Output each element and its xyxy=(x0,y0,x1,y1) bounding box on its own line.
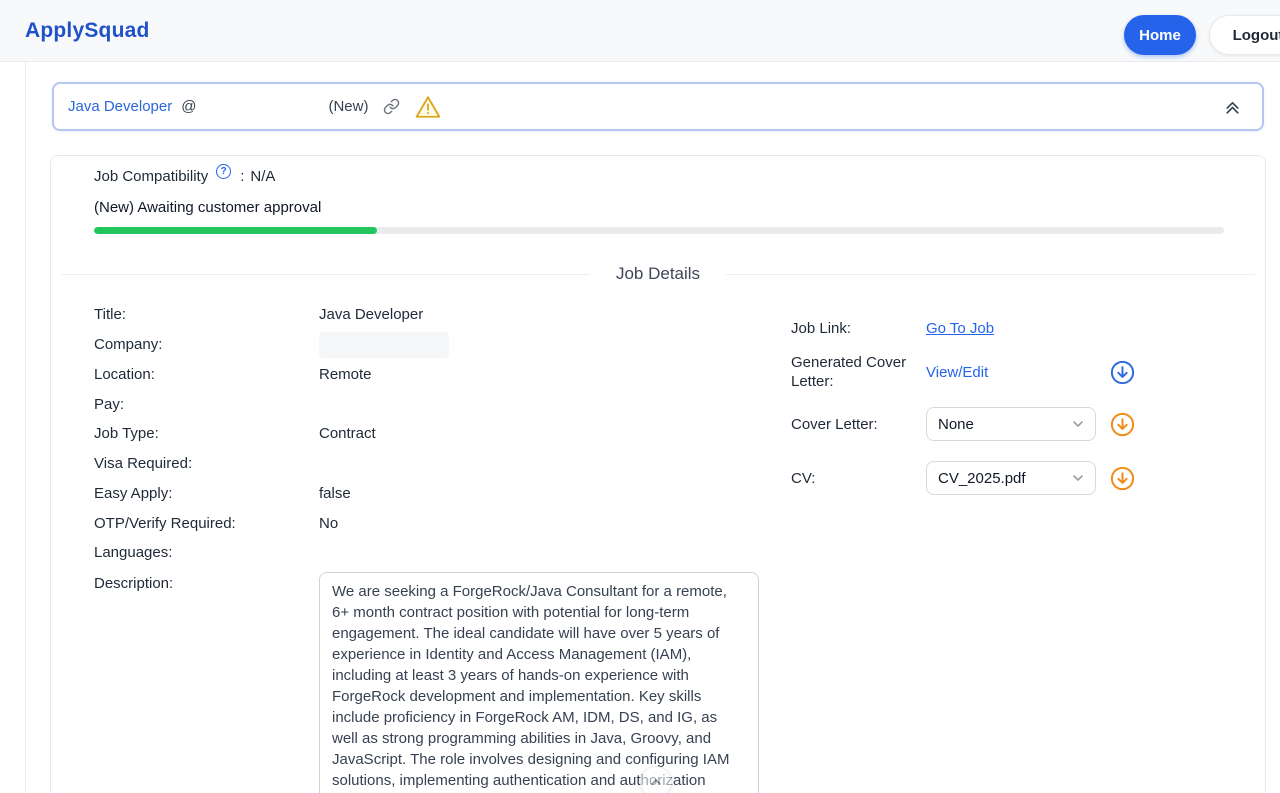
field-row-pay: Pay: xyxy=(94,389,784,419)
chevron-down-icon xyxy=(1072,418,1084,430)
field-value: Contract xyxy=(319,425,376,442)
at-symbol: @ xyxy=(181,98,196,115)
section-title: Job Details xyxy=(590,264,726,284)
download-generated-cover-letter-icon[interactable] xyxy=(1110,360,1135,385)
header-nav: Home Logout xyxy=(1124,15,1280,55)
go-to-job-link[interactable]: Go To Job xyxy=(926,320,1105,337)
field-label: Job Type: xyxy=(94,425,319,442)
page: ApplySquad Home Logout Java Developer @ … xyxy=(0,0,1280,793)
cv-selected-value: CV_2025.pdf xyxy=(938,470,1026,487)
chevron-up-icon xyxy=(649,775,663,789)
field-row-title: Title: Java Developer xyxy=(94,300,784,330)
view-edit-link[interactable]: View/Edit xyxy=(926,364,1105,381)
job-status-text: (New) xyxy=(328,98,368,115)
warning-icon[interactable] xyxy=(415,95,441,119)
company-name-redacted xyxy=(196,97,328,117)
job-details-fields: Title: Java Developer Company: Location:… xyxy=(94,300,784,793)
field-row-location: Location: Remote xyxy=(94,360,784,390)
cover-letter-selected-value: None xyxy=(938,416,974,433)
job-header-card[interactable]: Java Developer @ (New) xyxy=(52,82,1264,131)
download-cover-letter-icon[interactable] xyxy=(1110,412,1135,437)
help-icon[interactable]: ? xyxy=(216,164,231,179)
cover-letter-label: Cover Letter: xyxy=(791,415,926,434)
link-icon[interactable] xyxy=(383,98,400,115)
field-row-company: Company: xyxy=(94,330,784,360)
job-details-card: Job Compatibility ? : N/A (New) Awaiting… xyxy=(50,155,1266,793)
progress-fill xyxy=(94,227,377,234)
field-label: Languages: xyxy=(94,544,319,561)
field-label: Company: xyxy=(94,336,319,353)
generated-cover-letter-label: Generated Cover Letter: xyxy=(791,353,926,391)
job-link-row: Job Link: Go To Job xyxy=(791,319,1181,338)
app-logo[interactable]: ApplySquad xyxy=(25,19,150,43)
app-header: ApplySquad Home Logout xyxy=(0,0,1280,62)
field-label: Pay: xyxy=(94,396,319,413)
company-value-redacted xyxy=(319,332,449,358)
scroll-top-button[interactable] xyxy=(640,766,672,793)
generated-cover-letter-row: Generated Cover Letter: View/Edit xyxy=(791,350,1181,394)
field-label: Visa Required: xyxy=(94,455,319,472)
field-label: OTP/Verify Required: xyxy=(94,515,319,532)
cover-letter-select[interactable]: None xyxy=(926,407,1096,441)
field-row-job-type: Job Type: Contract xyxy=(94,419,784,449)
field-row-visa: Visa Required: xyxy=(94,449,784,479)
job-title-link[interactable]: Java Developer xyxy=(68,98,172,115)
compatibility-separator: : xyxy=(240,168,244,185)
cv-label: CV: xyxy=(791,469,926,488)
cover-letter-row: Cover Letter: None xyxy=(791,407,1181,441)
compatibility-row: Job Compatibility ? : N/A xyxy=(94,168,275,185)
field-value: false xyxy=(319,485,351,502)
documents-panel: Job Link: Go To Job Generated Cover Lett… xyxy=(791,319,1181,495)
logout-button[interactable]: Logout xyxy=(1209,15,1280,55)
status-line: (New) Awaiting customer approval xyxy=(94,199,321,216)
description-textarea[interactable]: We are seeking a ForgeRock/Java Consulta… xyxy=(319,572,759,793)
job-link-label: Job Link: xyxy=(791,319,926,338)
field-row-otp: OTP/Verify Required: No xyxy=(94,508,784,538)
cv-select[interactable]: CV_2025.pdf xyxy=(926,461,1096,495)
field-label: Easy Apply: xyxy=(94,485,319,502)
divider-line-left xyxy=(61,274,590,275)
compatibility-value: N/A xyxy=(250,168,275,185)
section-divider: Job Details xyxy=(61,262,1255,286)
field-label: Title: xyxy=(94,306,319,323)
divider-line-right xyxy=(726,274,1255,275)
collapse-chevron-icon[interactable] xyxy=(1223,97,1242,116)
chevron-down-icon xyxy=(1072,472,1084,484)
field-value: Remote xyxy=(319,366,372,383)
field-row-languages: Languages: xyxy=(94,538,784,568)
field-label: Description: xyxy=(94,572,319,592)
field-row-easy-apply: Easy Apply: false xyxy=(94,479,784,509)
compatibility-label: Job Compatibility xyxy=(94,168,208,185)
content-left-border xyxy=(25,62,26,793)
field-row-description: Description: We are seeking a ForgeRock/… xyxy=(94,572,784,793)
field-value: Java Developer xyxy=(319,306,423,323)
cv-row: CV: CV_2025.pdf xyxy=(791,461,1181,495)
download-cv-icon[interactable] xyxy=(1110,466,1135,491)
home-button[interactable]: Home xyxy=(1124,15,1196,55)
field-label: Location: xyxy=(94,366,319,383)
field-value: No xyxy=(319,515,338,532)
progress-bar xyxy=(94,227,1224,234)
